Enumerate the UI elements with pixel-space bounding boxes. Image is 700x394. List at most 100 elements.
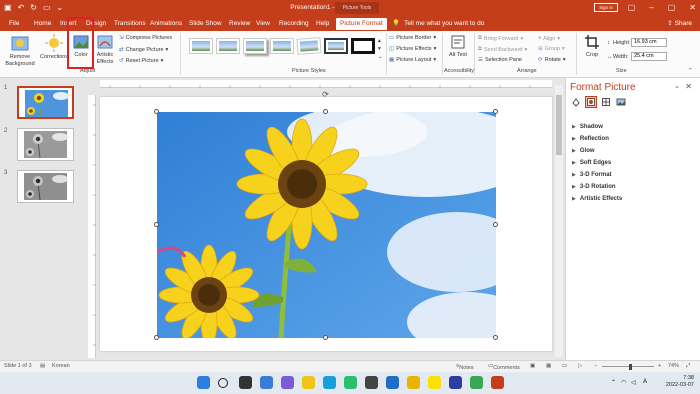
- reading-view-icon[interactable]: ▭: [562, 363, 567, 369]
- present-icon[interactable]: ▭: [43, 3, 51, 13]
- language-indicator[interactable]: Korean: [52, 363, 70, 369]
- slide-thumbnail-1[interactable]: [17, 86, 74, 119]
- undo-icon[interactable]: ↶: [18, 3, 25, 13]
- fit-slide-icon[interactable]: ⤢: [686, 363, 690, 370]
- corrections-button[interactable]: Corrections: [40, 34, 68, 61]
- sign-in-button[interactable]: Sign in: [594, 3, 618, 12]
- artistic-effects-button[interactable]: Artistic Effects: [94, 34, 116, 66]
- resize-handle-top[interactable]: [323, 109, 328, 114]
- group-button[interactable]: ⊞ Group ▾: [538, 46, 565, 52]
- section-shadow[interactable]: ▶ Shadow: [572, 124, 603, 130]
- kakaotalk-icon[interactable]: [428, 376, 441, 389]
- save-icon[interactable]: ▣: [4, 3, 12, 13]
- picture-tab-icon[interactable]: [615, 96, 627, 108]
- align-button[interactable]: ⫷ Align ▾: [538, 35, 560, 42]
- section-glow[interactable]: ▶ Glow: [572, 148, 595, 154]
- remove-background-button[interactable]: Remove Background: [4, 34, 36, 68]
- crop-button[interactable]: Crop: [580, 34, 604, 59]
- app-icon[interactable]: [386, 376, 399, 389]
- horizontal-ruler[interactable]: [100, 80, 552, 88]
- maximize-button[interactable]: ▢: [668, 2, 676, 13]
- resize-handle-top-right[interactable]: [493, 109, 498, 114]
- change-picture-button[interactable]: ⇄ Change Picture ▾: [119, 47, 168, 53]
- picture-style-2[interactable]: [216, 38, 240, 54]
- app-icon[interactable]: [470, 376, 483, 389]
- tab-recording[interactable]: Recording: [279, 18, 309, 30]
- alt-text-button[interactable]: Alt Text: [446, 34, 470, 59]
- normal-view-icon[interactable]: ▣: [530, 363, 535, 369]
- resize-handle-bottom-left[interactable]: [154, 335, 159, 340]
- resize-handle-top-left[interactable]: [154, 109, 159, 114]
- chat-icon[interactable]: [281, 376, 294, 389]
- picture-style-1[interactable]: [189, 38, 213, 54]
- tray-chevron-icon[interactable]: ⌃: [611, 379, 616, 386]
- close-button[interactable]: ✕: [689, 2, 696, 13]
- width-field[interactable]: 25.4 cm: [631, 52, 667, 61]
- slideshow-view-icon[interactable]: ▷: [578, 363, 582, 369]
- tab-home[interactable]: Home: [34, 18, 51, 30]
- redo-icon[interactable]: ↻: [30, 3, 37, 13]
- rotate-button[interactable]: ⟳ Rotate ▾: [538, 57, 566, 63]
- collapse-ribbon-icon[interactable]: ⌃: [688, 68, 693, 74]
- resize-handle-bottom-right[interactable]: [493, 335, 498, 340]
- section-artistic-effects[interactable]: ▶ Artistic Effects: [572, 196, 622, 202]
- zoom-level[interactable]: 74%: [668, 363, 679, 369]
- tab-transitions[interactable]: Transitions: [114, 18, 146, 30]
- search-icon[interactable]: [218, 378, 228, 388]
- edge-icon[interactable]: [323, 376, 336, 389]
- wifi-icon[interactable]: ◠: [621, 379, 626, 386]
- app-icon[interactable]: [344, 376, 357, 389]
- tab-view[interactable]: View: [256, 18, 270, 30]
- tab-animations[interactable]: Animations: [150, 18, 182, 30]
- picture-style-3[interactable]: [243, 38, 267, 54]
- gallery-scroll[interactable]: ▴ ▾ ⌄: [378, 37, 383, 61]
- sunflower-picture[interactable]: [157, 112, 496, 338]
- more-icon[interactable]: ⌄: [57, 3, 64, 13]
- section-3d-format[interactable]: ▶ 3-D Format: [572, 172, 612, 178]
- slide-sorter-icon[interactable]: ▦: [546, 363, 551, 369]
- ribbon-display-icon[interactable]: ▢: [628, 2, 636, 13]
- reset-picture-button[interactable]: ↺ Reset Picture ▾: [119, 58, 163, 64]
- input-language[interactable]: A: [643, 379, 647, 385]
- tab-slide-show[interactable]: Slide Show: [189, 18, 222, 30]
- tab-picture-format[interactable]: Picture Format: [336, 18, 387, 30]
- picture-layout-button[interactable]: ▦ Picture Layout ▾: [389, 57, 436, 63]
- resize-handle-bottom[interactable]: [323, 335, 328, 340]
- system-clock[interactable]: 7:38 2022-03-07: [666, 375, 694, 389]
- tab-review[interactable]: Review: [229, 18, 250, 30]
- slide-thumbnail-3[interactable]: [17, 170, 74, 203]
- resize-handle-left[interactable]: [154, 222, 159, 227]
- file-explorer-icon[interactable]: [407, 376, 420, 389]
- tell-me-search[interactable]: 💡 Tell me what you want to do: [392, 18, 484, 30]
- powerpoint-icon[interactable]: [491, 376, 504, 389]
- share-button[interactable]: ⇪ Share: [667, 18, 692, 30]
- tab-help[interactable]: Help: [316, 18, 329, 30]
- zoom-in-icon[interactable]: +: [658, 363, 661, 369]
- zoom-slider-thumb[interactable]: [629, 364, 632, 370]
- spellcheck-icon[interactable]: ▤: [40, 363, 45, 369]
- rotate-handle-icon[interactable]: ⟳: [321, 90, 330, 99]
- close-pane-icon[interactable]: ✕: [685, 82, 692, 91]
- scrollbar-thumb[interactable]: [556, 95, 562, 155]
- height-field[interactable]: 16.93 cm: [631, 38, 667, 47]
- vertical-scrollbar[interactable]: [555, 85, 563, 357]
- picture-style-4[interactable]: [270, 38, 294, 54]
- volume-icon[interactable]: ◁: [631, 379, 636, 386]
- chrome-icon[interactable]: [302, 376, 315, 389]
- zoom-slider[interactable]: [602, 366, 654, 367]
- picture-style-7[interactable]: [351, 38, 375, 54]
- comments-button[interactable]: ▭ Comments: [488, 363, 520, 371]
- task-view-icon[interactable]: [239, 376, 252, 389]
- send-backward-button[interactable]: ⧉ Send Backward ▾: [478, 46, 527, 53]
- windows-start-icon[interactable]: [197, 376, 210, 389]
- section-3d-rotation[interactable]: ▶ 3-D Rotation: [572, 184, 616, 190]
- section-reflection[interactable]: ▶ Reflection: [572, 136, 609, 142]
- bring-forward-button[interactable]: ⧉ Bring Forward ▾: [478, 35, 523, 42]
- pane-options-icon[interactable]: ⌄: [674, 82, 680, 90]
- selection-pane-button[interactable]: ☰ Selection Pane: [478, 57, 522, 63]
- resize-handle-right[interactable]: [493, 222, 498, 227]
- picture-effects-button[interactable]: ◫ Picture Effects ▾: [389, 46, 436, 52]
- fill-line-tab-icon[interactable]: [570, 96, 582, 108]
- vertical-ruler[interactable]: [88, 95, 96, 358]
- slide-thumbnail-2[interactable]: [17, 128, 74, 161]
